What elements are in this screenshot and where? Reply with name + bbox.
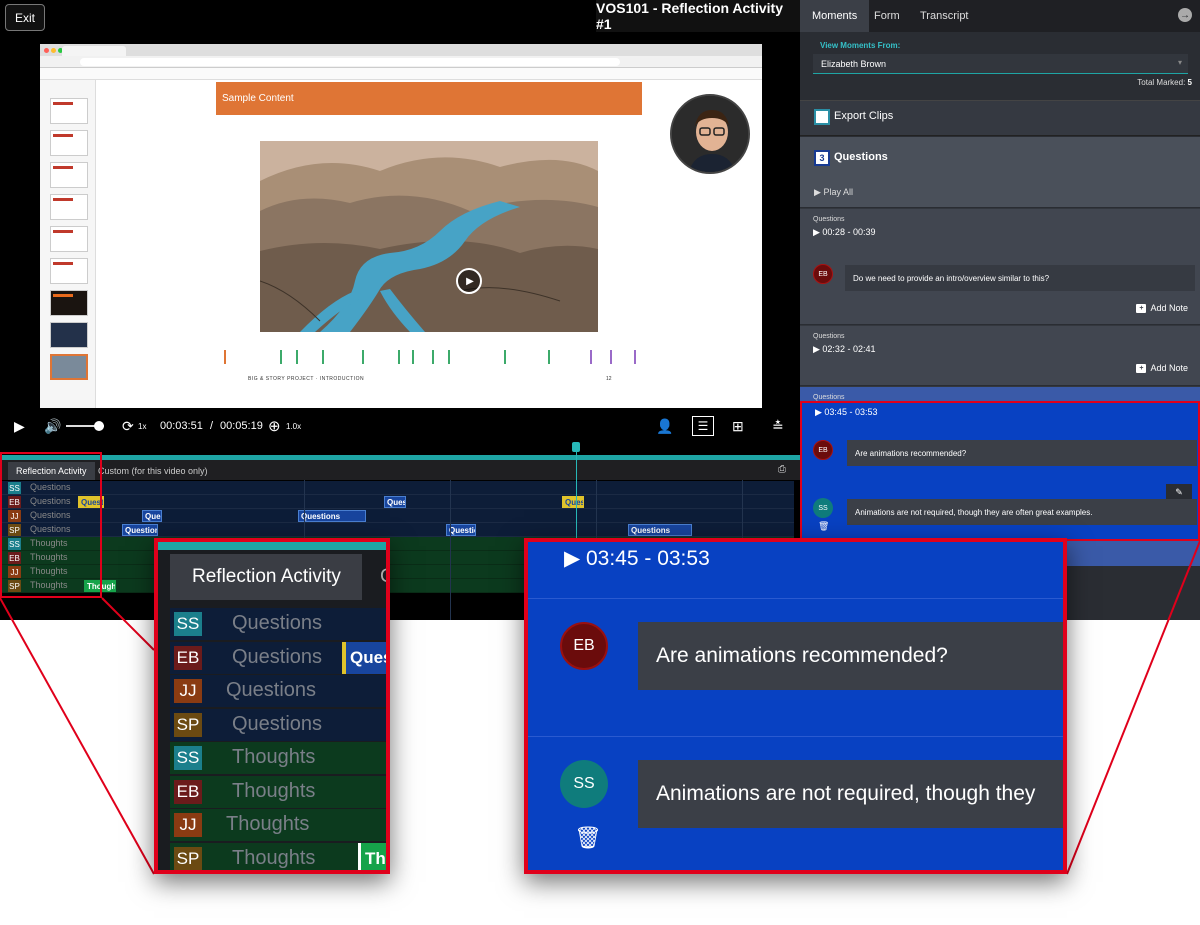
zoom-note-text: Are animations recommended?: [638, 622, 1063, 690]
zoom-row-label: Thoughts: [232, 779, 316, 802]
zoom-row-initials: SP: [174, 846, 202, 870]
zoom-scrubber-bar: [158, 542, 386, 550]
zoom-tab-reflection-activity: Reflection Activity: [170, 554, 362, 600]
zoom-entry-time: ▶ 03:45 - 03:53: [564, 546, 710, 571]
zoom-timeline-row: SP Questions: [170, 708, 386, 741]
zoom-timeline-row: SS Thoughts: [170, 742, 386, 774]
zoom-row-initials: SP: [174, 712, 202, 737]
zoom-row-initials: SS: [174, 746, 202, 770]
zoom-row-label: Questions: [232, 712, 323, 735]
zoom-time-value: 03:45 - 03:53: [585, 547, 710, 570]
zoom-row-label: Questions: [232, 645, 323, 668]
divider: [528, 598, 1063, 599]
zoom-timeline-row: EB Thoughts: [170, 775, 386, 808]
zoom-row-label: Questions: [232, 612, 323, 634]
zoom-row-initials: EB: [174, 645, 202, 670]
zoom-trash-icon: 🗑: [574, 825, 602, 850]
play-icon: ▶: [564, 547, 586, 570]
timeline-zoom-callout: Reflection Activity C SS Questions EB Quest…: [154, 538, 390, 874]
zoom-timeline-row: SS Questions: [170, 608, 386, 640]
zoom-row-label: Thoughts: [232, 846, 316, 869]
zoom-row-initials: JJ: [174, 679, 202, 703]
zoom-tab-custom: C: [380, 566, 386, 588]
divider: [528, 736, 1063, 737]
zoom-row-initials: SS: [174, 612, 202, 636]
zoom-timeline-clip: Tho: [358, 842, 386, 870]
zoom-timeline-row: JJ Thoughts: [170, 809, 386, 841]
zoom-timeline-row: SP Thoughts Tho: [170, 842, 386, 870]
zoom-row-label: Questions: [226, 679, 317, 701]
zoom-note-text: Animations are not required, though they: [638, 760, 1063, 828]
zoom-timeline-clip: Quest: [342, 641, 386, 674]
zoom-row-label: Thoughts: [232, 746, 316, 768]
root: Exit VOS101 - Reflection Activity #1 Sam…: [0, 0, 1200, 925]
zoom-timeline-row: JJ Questions: [170, 675, 386, 707]
zoom-avatar-eb: EB: [560, 622, 608, 670]
zoom-row-initials: JJ: [174, 813, 202, 837]
zoom-timeline-row: EB Questions Quest: [170, 641, 386, 674]
zoom-avatar-ss: SS: [560, 760, 608, 808]
notes-zoom-callout: ▶ 03:45 - 03:53 EB Are animations recomm…: [524, 538, 1067, 874]
zoom-row-label: Thoughts: [226, 813, 310, 835]
zoom-row-initials: EB: [174, 779, 202, 804]
